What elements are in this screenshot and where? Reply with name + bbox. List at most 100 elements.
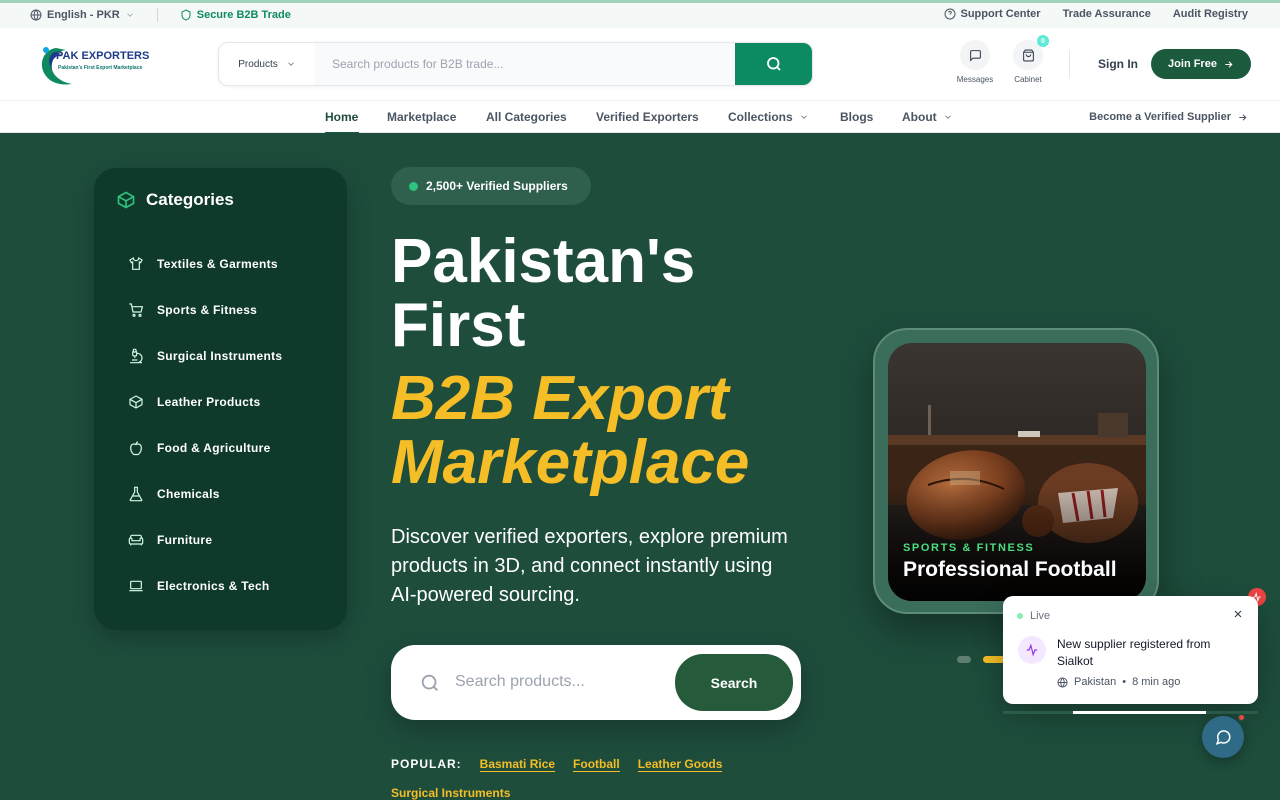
become-supplier-link[interactable]: Become a Verified Supplier [1089, 111, 1248, 123]
sign-in-link[interactable]: Sign In [1098, 57, 1138, 71]
divider [156, 8, 158, 22]
search-icon [766, 57, 781, 71]
audit-registry-link[interactable]: Audit Registry [1173, 8, 1248, 20]
popular-tag-basmati[interactable]: Basmati Rice [479, 757, 556, 772]
categories-panel: Categories Textiles & Garments Sports & … [94, 168, 347, 630]
hero-search: Search [391, 645, 801, 720]
notification-meta: Pakistan • 8 min ago [1057, 676, 1180, 688]
nav-home[interactable]: Home [325, 110, 358, 124]
search-category-select[interactable]: Products [219, 43, 315, 85]
chat-button[interactable] [1202, 713, 1246, 758]
category-label: Furniture [157, 533, 213, 547]
featured-product-name: Professional Football [903, 558, 1117, 581]
cabinet-label: Cabinet [1014, 75, 1042, 84]
nav-collections-label: Collections [728, 110, 793, 124]
cabinet-button[interactable]: 0 Cabinet [1006, 35, 1050, 84]
logo-mark [41, 47, 72, 85]
category-label: Chemicals [157, 487, 220, 501]
activity-icon [1026, 643, 1038, 657]
chat-bubble-icon [1215, 730, 1231, 745]
search-category-label: Products [238, 58, 278, 70]
nav-collections[interactable]: Collections [728, 110, 809, 124]
category-chemicals[interactable]: Chemicals [128, 486, 220, 502]
cabinet-icon-wrap: 0 [1013, 35, 1049, 70]
top-utility-bar: English - PKR Secure B2B Trade Support C… [0, 0, 1280, 28]
category-label: Food & Agriculture [157, 441, 271, 455]
carousel-dot[interactable] [957, 656, 971, 663]
language-selector[interactable]: English - PKR [30, 9, 135, 21]
status-dot [409, 181, 418, 191]
supplier-notification: Live New supplier registered from Sialko… [1003, 596, 1258, 704]
chevron-down-icon [800, 115, 807, 119]
support-center-link[interactable]: Support Center [944, 8, 1041, 20]
popular-searches: POPULAR: Basmati Rice Football Leather Good… [391, 750, 811, 800]
cabinet-count-badge: 0 [1037, 35, 1049, 47]
category-leather[interactable]: Leather Products [128, 394, 261, 410]
category-label: Electronics & Tech [157, 579, 270, 593]
live-label: Live [1030, 610, 1051, 622]
meta-separator: • [1122, 676, 1127, 688]
live-status: Live [1017, 610, 1050, 622]
chevron-down-icon [126, 13, 133, 17]
popular-tag-leather[interactable]: Leather Goods [637, 757, 723, 772]
messages-button[interactable]: Messages [953, 40, 997, 84]
categories-title-label: Categories [146, 190, 234, 209]
secure-label: Secure B2B Trade [196, 9, 291, 21]
nav-all-categories[interactable]: All Categories [486, 110, 567, 124]
logo-name: PAK EXPORTERS [56, 50, 150, 62]
nav-marketplace[interactable]: Marketplace [387, 110, 456, 124]
hero-section: Categories Textiles & Garments Sports & … [0, 133, 1280, 800]
popular-tag-football[interactable]: Football [573, 757, 620, 772]
globe-icon [30, 9, 42, 21]
arrow-right-icon [1239, 113, 1247, 121]
category-surgical[interactable]: Surgical Instruments [128, 348, 282, 364]
popular-tag-surgical[interactable]: Surgical Instruments [391, 786, 511, 800]
box-icon [129, 395, 143, 409]
header-search-button[interactable] [735, 43, 812, 85]
secure-trade-badge: Secure B2B Trade [180, 9, 291, 21]
sofa-icon [128, 534, 144, 546]
notification-progress [1003, 711, 1258, 714]
live-dot [1017, 613, 1023, 619]
shopping-bag-icon [1022, 49, 1034, 61]
hero-search-input[interactable] [455, 667, 655, 697]
join-free-button[interactable]: Join Free [1151, 49, 1251, 79]
featured-category: SPORTS & FITNESS [903, 542, 1035, 554]
trade-assurance-link[interactable]: Trade Assurance [1063, 8, 1151, 20]
close-icon[interactable] [1232, 608, 1244, 620]
hero-search-button[interactable]: Search [675, 654, 793, 711]
flask-icon [129, 486, 143, 502]
category-sports[interactable]: Sports & Fitness [128, 302, 257, 318]
notification-progress-fill [1073, 711, 1206, 714]
hero-lead: Discover verified exporters, explore pre… [391, 526, 788, 606]
featured-product-card[interactable]: SPORTS & FITNESS Professional Football [873, 328, 1159, 614]
nav-verified-exporters[interactable]: Verified Exporters [596, 110, 699, 124]
messages-icon-wrap [960, 40, 990, 70]
help-circle-icon [944, 8, 955, 20]
search-icon [421, 674, 438, 691]
laptop-icon [129, 580, 143, 592]
chat-unread-dot [1237, 713, 1246, 722]
category-label: Leather Products [157, 395, 261, 409]
main-nav: Home Marketplace All Categories Verified… [0, 100, 1280, 134]
main-header: PAK EXPORTERS Pakistan's First Export Ma… [0, 28, 1280, 100]
carousel-dot-active[interactable] [983, 656, 1005, 663]
notification-message: New supplier registered from Sialkot [1057, 637, 1211, 668]
category-electronics[interactable]: Electronics & Tech [128, 578, 270, 594]
category-label: Sports & Fitness [157, 303, 258, 317]
header-search-input[interactable] [315, 43, 737, 85]
logo-tagline: Pakistan's First Export Marketplace [58, 65, 143, 71]
nav-blogs[interactable]: Blogs [840, 110, 873, 124]
notification-location: Pakistan [1074, 676, 1117, 688]
category-furniture[interactable]: Furniture [128, 532, 212, 548]
nav-about[interactable]: About [902, 110, 953, 124]
apple-icon [130, 441, 142, 456]
chevron-down-icon [287, 62, 294, 66]
category-textiles[interactable]: Textiles & Garments [128, 256, 278, 272]
chevron-down-icon [944, 115, 951, 119]
language-label: English - PKR [47, 9, 120, 21]
notification-time: 8 min ago [1132, 676, 1181, 688]
category-food[interactable]: Food & Agriculture [128, 440, 271, 456]
microscope-icon [130, 348, 143, 364]
shield-icon [181, 9, 191, 21]
